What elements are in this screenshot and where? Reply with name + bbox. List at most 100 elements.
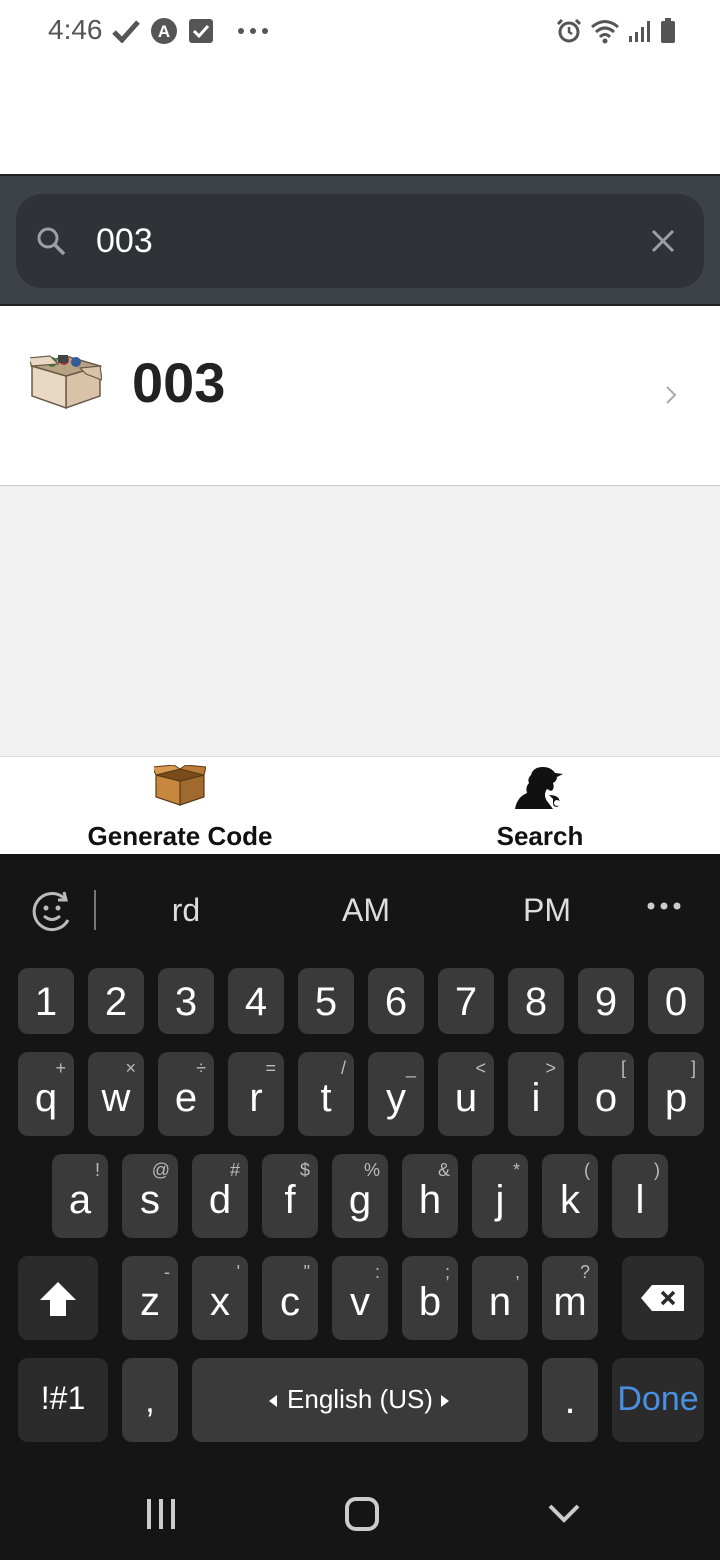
- wifi-icon: [591, 20, 619, 44]
- chevron-down-icon[interactable]: [548, 1504, 580, 1524]
- space-key[interactable]: English (US): [192, 1358, 528, 1442]
- keyboard: rd AM PM 1 2 3 4 5 6 7 8 9 0 + q × w ÷ e = r / t _ y < u > i[o] p!…: [0, 854, 720, 1454]
- key-q[interactable]: + q: [18, 1052, 74, 1136]
- key-label: t: [320, 1076, 332, 1120]
- symbols-key[interactable]: !#1: [18, 1358, 108, 1442]
- key-f[interactable]: $ f: [262, 1154, 318, 1238]
- key-z[interactable]: -z: [122, 1256, 178, 1340]
- key-label: s: [140, 1178, 160, 1222]
- key-t[interactable]: / t: [298, 1052, 354, 1136]
- key-4[interactable]: 4: [228, 968, 284, 1034]
- key-label: !#1: [40, 1380, 86, 1416]
- key-e[interactable]: ÷ e: [158, 1052, 214, 1136]
- key-h[interactable]: & h: [402, 1154, 458, 1238]
- key-label: d: [208, 1178, 232, 1222]
- tab-label: Search: [496, 821, 584, 851]
- arrow-right-icon: [441, 1395, 449, 1407]
- shift-key[interactable]: [18, 1256, 98, 1340]
- svg-text:A: A: [158, 22, 170, 41]
- period-key[interactable]: .: [542, 1358, 598, 1442]
- key-2[interactable]: 2: [88, 968, 144, 1034]
- key-r[interactable]: = r: [228, 1052, 284, 1136]
- search-icon: [37, 227, 66, 256]
- key-g[interactable]: % g: [332, 1154, 388, 1238]
- search-input[interactable]: [96, 212, 616, 270]
- divider: [94, 890, 96, 930]
- key-label: 7: [454, 980, 478, 1024]
- key-label: .: [564, 1378, 576, 1422]
- key-label: 2: [104, 980, 128, 1024]
- key-w[interactable]: × w: [88, 1052, 144, 1136]
- backspace-icon: [641, 1285, 684, 1311]
- key-v[interactable]: :v: [332, 1256, 388, 1340]
- key-0[interactable]: 0: [648, 968, 704, 1034]
- result-title: 003: [132, 351, 226, 414]
- recent-apps-icon[interactable]: [146, 1498, 176, 1530]
- comma-key[interactable]: ,: [122, 1358, 178, 1442]
- suggestion-item[interactable]: rd: [126, 892, 246, 929]
- key-label: e: [174, 1076, 198, 1120]
- key-x[interactable]: ' x: [192, 1256, 248, 1340]
- key-m[interactable]: ? m: [542, 1256, 598, 1340]
- suggestion-item[interactable]: PM: [487, 892, 607, 929]
- key-s[interactable]: @ s: [122, 1154, 178, 1238]
- shift-icon: [40, 1282, 76, 1316]
- key-label: b: [418, 1280, 442, 1324]
- signal-icon: [629, 21, 650, 42]
- list-item[interactable]: 003: [0, 306, 720, 486]
- key-label: p: [664, 1076, 688, 1120]
- key-1[interactable]: 1: [18, 968, 74, 1034]
- key-d[interactable]: # d: [192, 1154, 248, 1238]
- done-key[interactable]: Done: [612, 1358, 704, 1442]
- key-l[interactable]: ) l: [612, 1154, 668, 1238]
- key-label: o: [594, 1076, 618, 1120]
- key-label: 6: [384, 980, 408, 1024]
- key-u[interactable]: < u: [438, 1052, 494, 1136]
- key-p[interactable]: ] p: [648, 1052, 704, 1136]
- key-label: 5: [314, 980, 338, 1024]
- key-label: g: [348, 1178, 372, 1222]
- key-6[interactable]: 6: [368, 968, 424, 1034]
- key-i[interactable]: > i: [508, 1052, 564, 1136]
- key-n[interactable]: ,n: [472, 1256, 528, 1340]
- suggestion-item[interactable]: AM: [306, 892, 426, 929]
- key-7[interactable]: 7: [438, 968, 494, 1034]
- key-label: i: [531, 1076, 541, 1120]
- key-j[interactable]: * j: [472, 1154, 528, 1238]
- key-label: r: [249, 1076, 263, 1120]
- tab-generate-code[interactable]: Generate Code: [0, 757, 360, 855]
- check-icon: [112, 20, 140, 43]
- key-label: z: [140, 1280, 160, 1324]
- search-bar[interactable]: [16, 194, 704, 288]
- home-icon[interactable]: [344, 1496, 380, 1532]
- key-k[interactable]: (k: [542, 1154, 598, 1238]
- key-label: w: [101, 1076, 131, 1120]
- key-b[interactable]: ; b: [402, 1256, 458, 1340]
- key-3[interactable]: 3: [158, 968, 214, 1034]
- key-label: n: [488, 1280, 512, 1324]
- key-label: v: [350, 1280, 370, 1324]
- key-label: h: [418, 1178, 442, 1222]
- key-y[interactable]: _ y: [368, 1052, 424, 1136]
- key-5[interactable]: 5: [298, 968, 354, 1034]
- key-label: j: [495, 1178, 505, 1222]
- key-c[interactable]: " c: [262, 1256, 318, 1340]
- backspace-key[interactable]: [622, 1256, 704, 1340]
- tab-label: Generate Code: [87, 821, 273, 851]
- alarm-icon: [556, 18, 582, 43]
- close-icon[interactable]: [650, 228, 676, 254]
- more-dots-icon: [238, 28, 268, 34]
- key-o[interactable]: [o: [578, 1052, 634, 1136]
- chevron-right-icon: [666, 386, 677, 404]
- key-label: Done: [617, 1380, 699, 1418]
- key-8[interactable]: 8: [508, 968, 564, 1034]
- key-9[interactable]: 9: [578, 968, 634, 1034]
- detective-icon: [515, 767, 563, 809]
- key-label: q: [34, 1076, 58, 1120]
- key-a[interactable]: ! a: [52, 1154, 108, 1238]
- checkbox-icon: [189, 19, 213, 43]
- tab-search[interactable]: Search: [360, 757, 720, 855]
- emoji-icon[interactable]: [30, 890, 74, 934]
- more-dots-icon[interactable]: [646, 900, 682, 912]
- key-label: x: [210, 1280, 230, 1324]
